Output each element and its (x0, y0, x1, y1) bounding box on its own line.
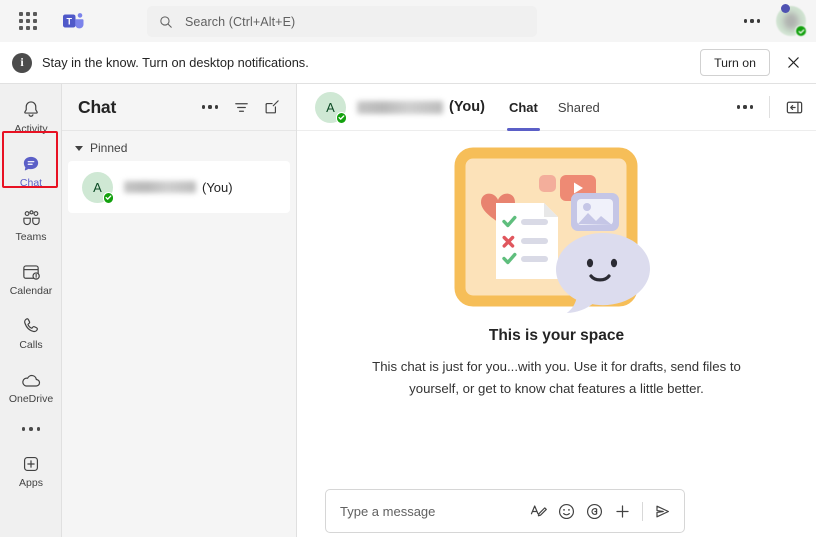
more-horizontal-icon[interactable] (731, 93, 759, 121)
chat-list-actions (196, 93, 286, 121)
sidebar-item-label: Apps (19, 477, 43, 489)
giphy-icon[interactable] (581, 498, 608, 525)
send-icon[interactable] (649, 498, 676, 525)
svg-text:T: T (66, 16, 72, 26)
chat-main-area: A (You) Chat Shared This is your space T… (297, 84, 816, 537)
teams-app-window: T Search (Ctrl+Alt+E) i Stay in the know… (0, 0, 816, 537)
sidebar-item-calendar[interactable]: Calendar (0, 252, 62, 306)
tab-shared[interactable]: Shared (550, 84, 608, 131)
new-chat-icon[interactable] (258, 93, 286, 121)
sidebar-item-label: Calendar (9, 285, 53, 297)
chat-list-panel: Chat Pinned A (You) (62, 84, 297, 537)
open-side-panel-icon[interactable] (780, 93, 808, 121)
status-badge (795, 25, 807, 37)
search-icon (160, 15, 172, 28)
chat-title: (You) (357, 99, 485, 115)
search-placeholder: Search (Ctrl+Alt+E) (185, 14, 296, 29)
format-text-icon[interactable] (525, 498, 552, 525)
avatar-initial: A (93, 179, 102, 195)
sidebar-item-label: Chat (19, 177, 43, 189)
teams-logo-icon[interactable]: T (60, 8, 86, 34)
apps-plus-icon (20, 453, 42, 475)
sidebar-item-teams[interactable]: Teams (0, 198, 62, 252)
message-input-placeholder: Type a message (340, 503, 436, 519)
tab-chat[interactable]: Chat (501, 84, 546, 131)
bell-icon (20, 99, 42, 121)
close-icon[interactable] (778, 48, 808, 78)
sidebar-item-label: Calls (19, 339, 43, 351)
chat-header: A (You) Chat Shared (297, 84, 816, 131)
chat-list-header: Chat (62, 84, 296, 131)
tab-label: Chat (508, 99, 538, 115)
tab-label: Shared (557, 99, 600, 115)
plus-icon[interactable] (609, 498, 636, 525)
chat-tabs: Chat Shared (501, 84, 608, 131)
chat-name-redacted (357, 100, 443, 114)
avatar-initial: A (326, 99, 335, 115)
grid-apps-icon[interactable] (14, 7, 42, 35)
chat-name-redacted (124, 181, 196, 193)
left-navigation-rail: Activity Chat Teams Calendar Calls OneDr… (0, 84, 62, 537)
sidebar-item-chat[interactable]: Chat (0, 144, 62, 198)
sidebar-item-calls[interactable]: Calls (0, 306, 62, 360)
chat-header-actions (731, 93, 808, 121)
phone-icon (20, 315, 42, 337)
top-bar-right-group (738, 0, 807, 42)
sidebar-item-label: OneDrive (8, 393, 54, 405)
sidebar-item-onedrive[interactable]: OneDrive (0, 360, 62, 414)
status-badge (102, 192, 114, 204)
sidebar-item-label: Activity (14, 123, 48, 135)
message-compose-box[interactable]: Type a message (325, 489, 685, 533)
sidebar-more-icon[interactable] (0, 414, 62, 444)
notification-message: Stay in the know. Turn on desktop notifi… (42, 55, 309, 70)
notification-banner: i Stay in the know. Turn on desktop noti… (0, 42, 816, 84)
info-icon: i (12, 52, 32, 73)
list-item[interactable]: A (You) (68, 161, 290, 213)
notification-actions: Turn on (700, 48, 808, 78)
empty-state-title: This is your space (488, 327, 625, 344)
notification-dot-icon (781, 4, 790, 13)
pinned-section-header[interactable]: Pinned (62, 131, 296, 161)
cloud-icon (19, 369, 43, 391)
divider (642, 501, 643, 521)
chat-you-label: (You) (202, 179, 233, 195)
compose-actions (525, 498, 676, 525)
more-horizontal-icon[interactable] (196, 93, 224, 121)
avatar: A (82, 171, 114, 204)
chat-bubble-icon (20, 153, 42, 175)
avatar: A (315, 91, 347, 124)
turn-on-button[interactable]: Turn on (700, 49, 770, 76)
emoji-icon[interactable] (553, 498, 580, 525)
sidebar-item-apps[interactable]: Apps (0, 444, 62, 498)
page-title: Chat (78, 96, 117, 117)
empty-state-description: This chat is just for you...with you. Us… (372, 359, 741, 396)
your-space-illustration (454, 145, 660, 313)
status-badge (335, 112, 347, 124)
chevron-down-icon (75, 145, 83, 151)
sidebar-item-activity[interactable]: Activity (0, 90, 62, 144)
empty-state: This is your space This chat is just for… (297, 131, 816, 481)
search-input[interactable]: Search (Ctrl+Alt+E) (147, 6, 537, 37)
calendar-icon (20, 261, 42, 283)
filter-icon[interactable] (227, 93, 255, 121)
sidebar-item-label: Teams (15, 231, 47, 243)
teams-people-icon (20, 207, 43, 229)
more-horizontal-icon[interactable] (738, 7, 766, 35)
pinned-section-label: Pinned (90, 141, 128, 155)
top-bar: T Search (Ctrl+Alt+E) (0, 0, 816, 42)
divider (769, 96, 770, 118)
chat-you-label: (You) (449, 99, 485, 115)
